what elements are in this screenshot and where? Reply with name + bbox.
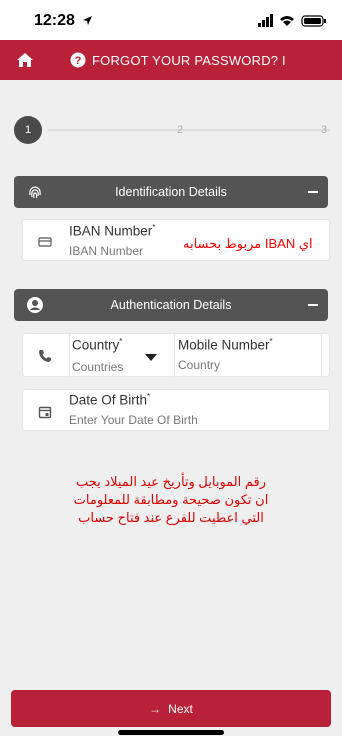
status-icons bbox=[258, 14, 326, 27]
country-select[interactable]: Countries bbox=[72, 360, 123, 374]
next-button-label: Next bbox=[168, 701, 193, 716]
authentication-section-header[interactable]: Authentication Details bbox=[14, 289, 328, 321]
page-title: FORGOT YOUR PASSWORD? I bbox=[92, 53, 286, 68]
dob-label: Date Of Birth* bbox=[69, 392, 151, 408]
iban-annotation: اي IBAN مربوط بحسابه bbox=[183, 236, 313, 251]
collapse-icon[interactable] bbox=[308, 304, 318, 306]
mobile-input[interactable]: Country bbox=[178, 358, 220, 372]
phone-icon bbox=[39, 350, 51, 362]
identification-section-header[interactable]: Identification Details bbox=[14, 176, 328, 208]
divider bbox=[69, 334, 70, 378]
iban-label: IBAN Number* bbox=[69, 223, 156, 239]
iban-field[interactable]: IBAN Number* IBAN Number اي IBAN مربوط ب… bbox=[22, 219, 330, 261]
dob-input[interactable]: Enter Your Date Of Birth bbox=[69, 413, 198, 427]
step-2: 2 bbox=[176, 124, 184, 136]
app-header: ? FORGOT YOUR PASSWORD? I bbox=[0, 40, 342, 80]
phone-field-group: Country* Countries Mobile Number* Countr… bbox=[22, 333, 330, 378]
instruction-annotation: رقم الموبايل وتأريخ عيد الميلاد يجب ان ت… bbox=[0, 473, 342, 527]
country-label: Country* bbox=[72, 337, 123, 353]
home-icon[interactable] bbox=[16, 52, 34, 68]
caret-down-icon[interactable] bbox=[145, 354, 157, 362]
card-icon bbox=[38, 237, 52, 247]
divider bbox=[321, 334, 322, 378]
dob-field[interactable]: Date Of Birth* Enter Your Date Of Birth bbox=[22, 389, 330, 431]
mobile-label: Mobile Number* bbox=[178, 337, 273, 353]
help-icon: ? bbox=[70, 52, 86, 68]
calendar-icon bbox=[38, 406, 52, 419]
status-bar: 12:28 bbox=[0, 0, 342, 40]
step-1: 1 bbox=[14, 116, 42, 144]
step-3: 3 bbox=[320, 124, 328, 136]
iban-input[interactable]: IBAN Number bbox=[69, 244, 143, 258]
identification-section-title: Identification Details bbox=[115, 185, 227, 199]
annotation-line: ان تكون صحيحة ومطابقة للمعلومات bbox=[73, 492, 269, 507]
status-time: 12:28 bbox=[34, 12, 93, 30]
annotation-line: التي اعطيت للفرع عند فتاح حساب bbox=[78, 510, 264, 525]
collapse-icon[interactable] bbox=[308, 191, 318, 193]
arrow-right-icon: → bbox=[149, 701, 162, 716]
annotation-line: رقم الموبايل وتأريخ عيد الميلاد يجب bbox=[75, 474, 267, 489]
location-arrow-icon bbox=[83, 16, 93, 25]
divider bbox=[174, 334, 175, 378]
next-button[interactable]: → Next bbox=[11, 690, 331, 727]
authentication-section-title: Authentication Details bbox=[110, 298, 232, 312]
home-indicator bbox=[118, 730, 224, 735]
svg-text:?: ? bbox=[75, 55, 82, 67]
